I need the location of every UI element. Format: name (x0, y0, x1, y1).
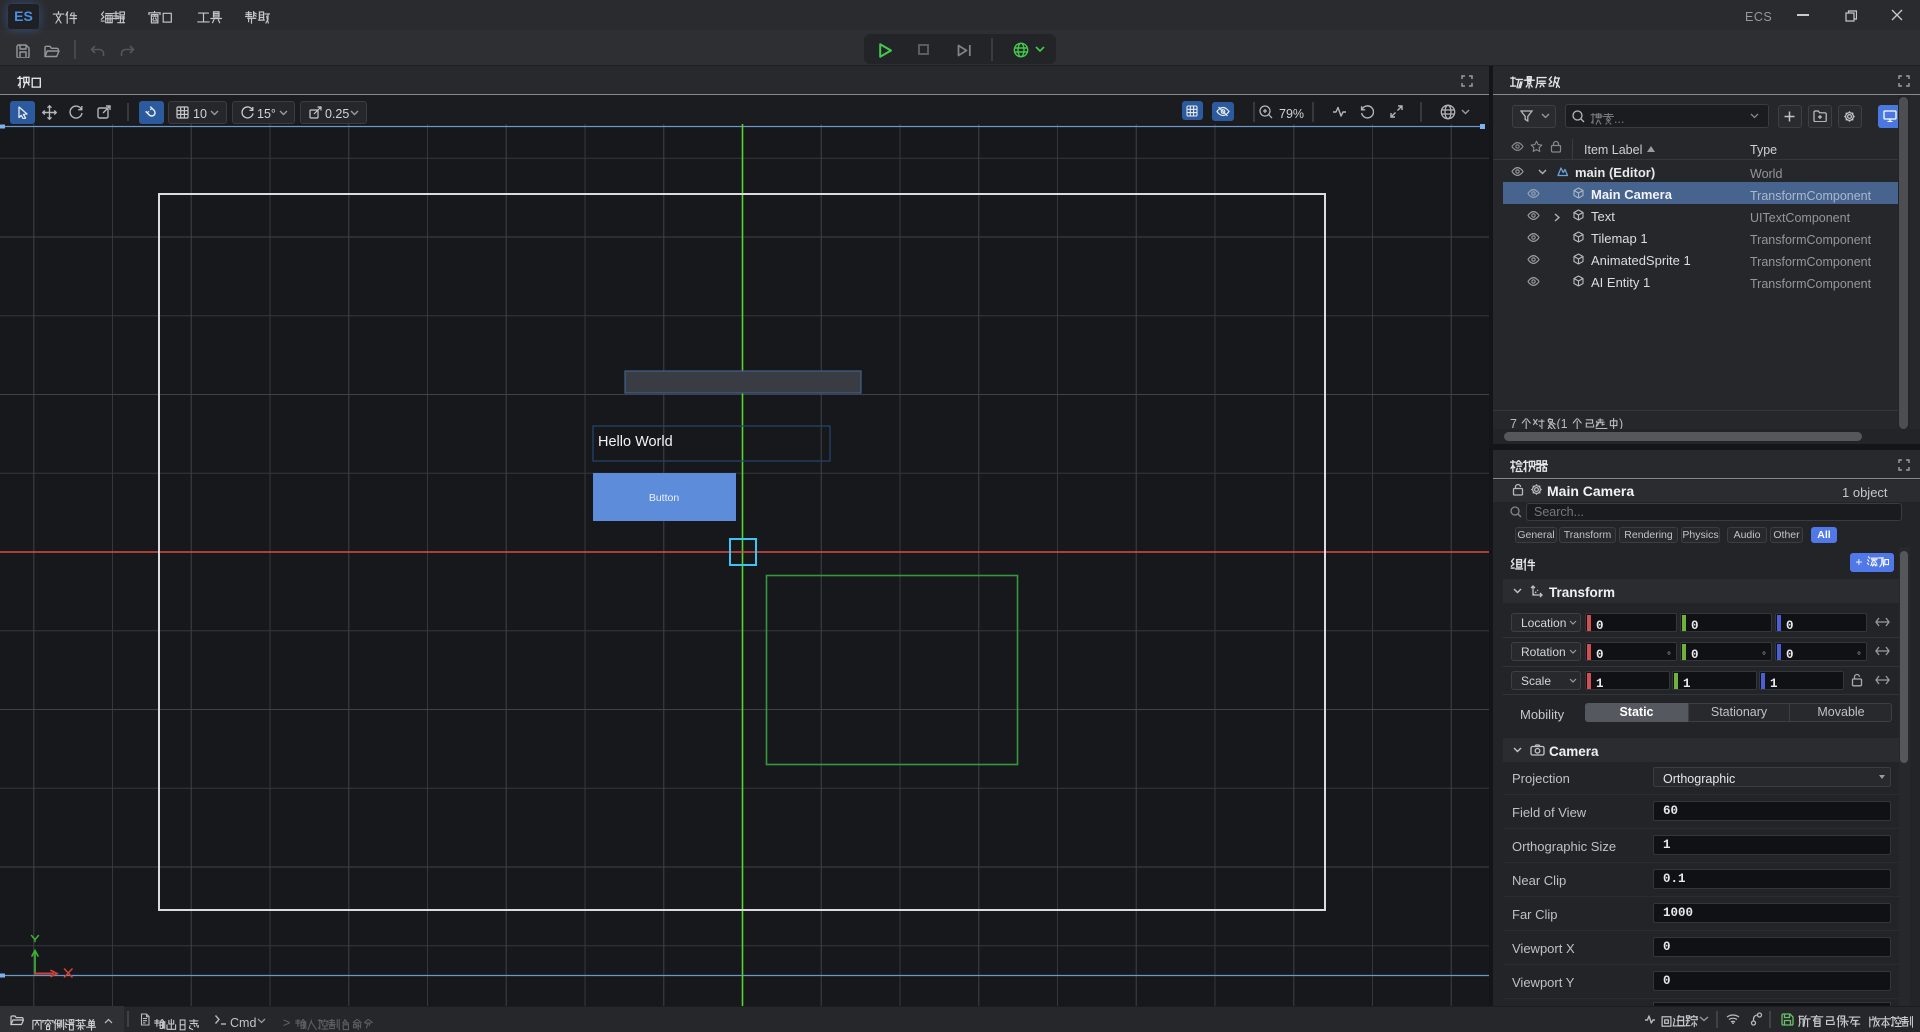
svg-text:Hello World: Hello World (598, 434, 673, 450)
svg-text:Button: Button (649, 492, 680, 504)
